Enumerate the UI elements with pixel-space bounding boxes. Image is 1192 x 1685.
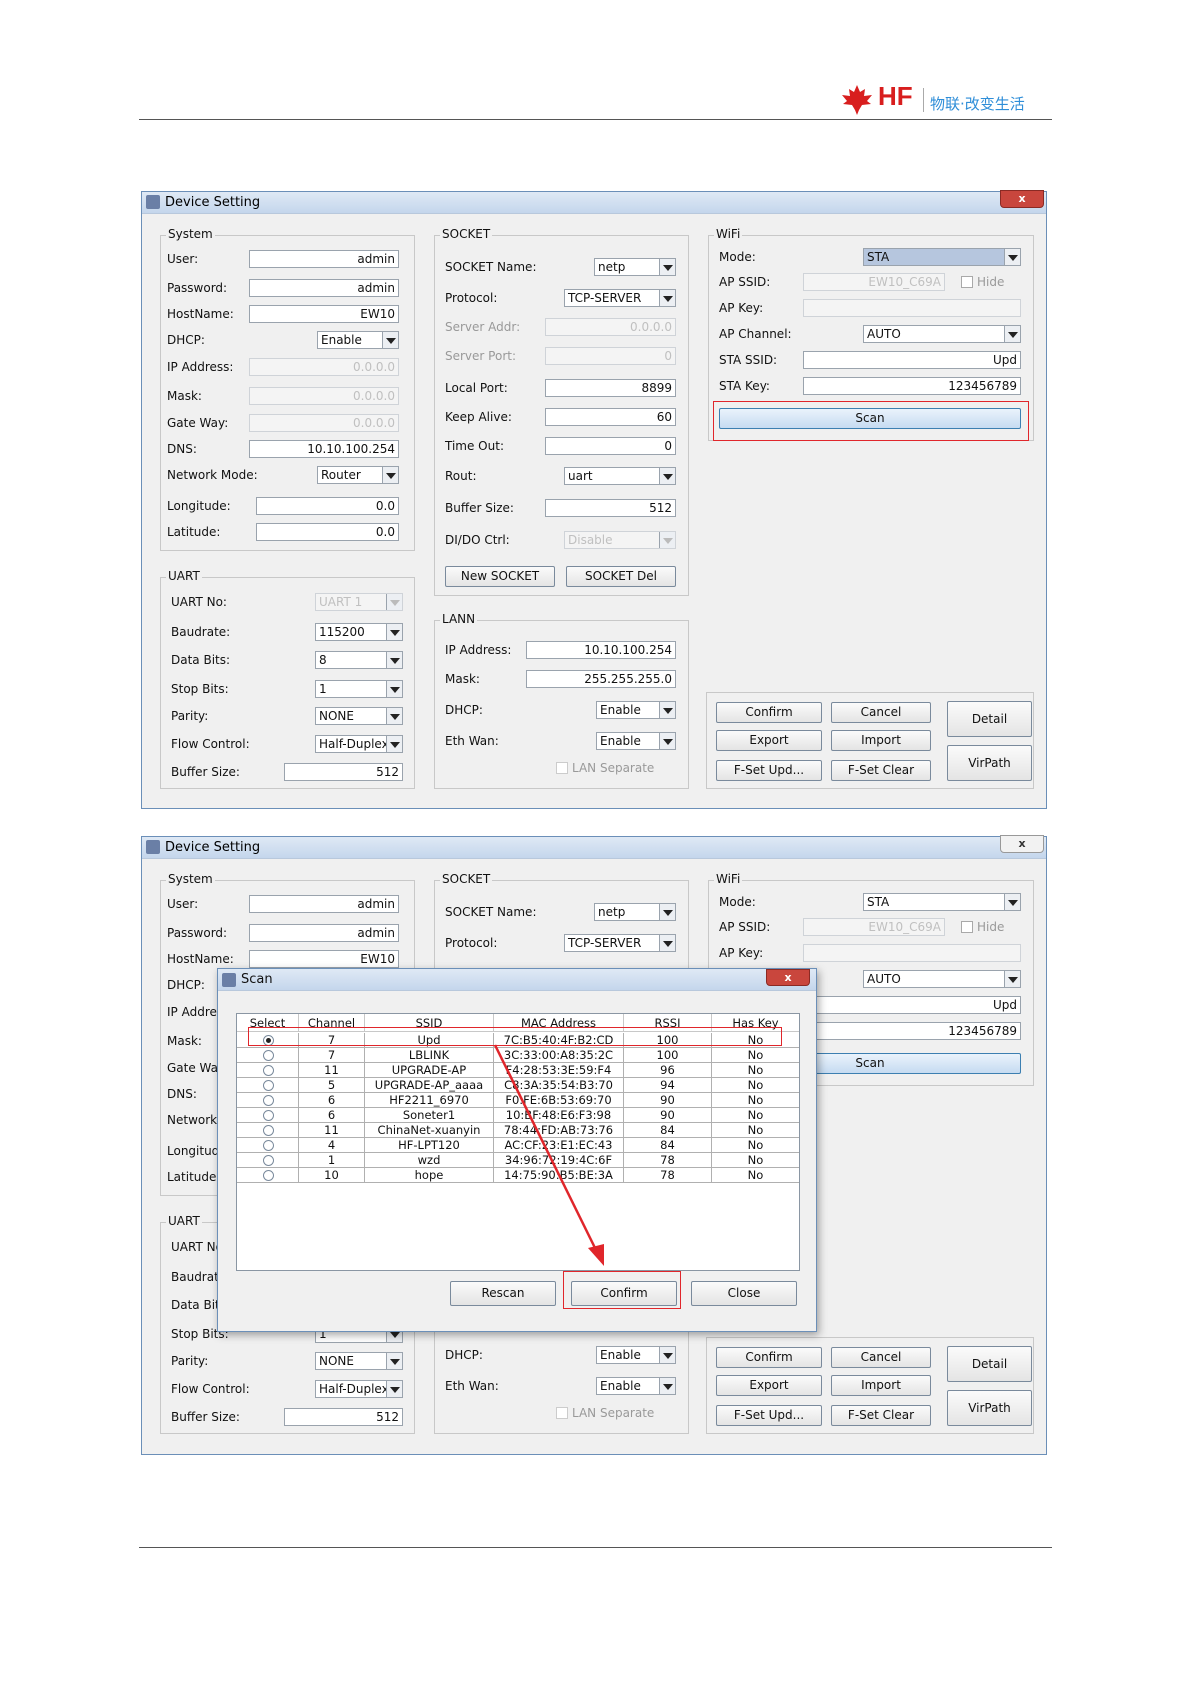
- footer-rule: [139, 1547, 1052, 1548]
- annotation-arrow-icon: [493, 1044, 604, 1266]
